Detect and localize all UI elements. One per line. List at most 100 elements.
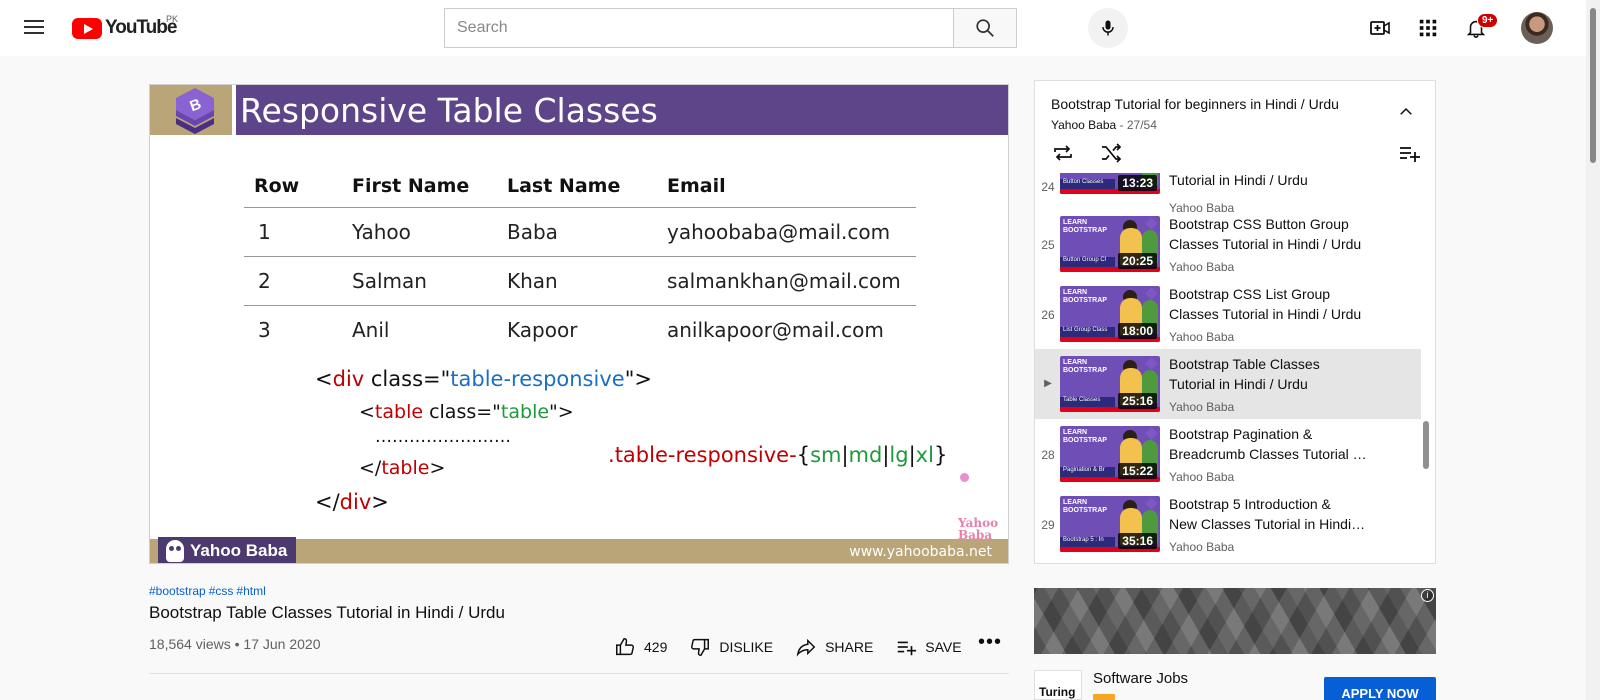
microphone-icon: [1102, 20, 1114, 36]
page-scrollbar-thumb[interactable]: [1590, 8, 1596, 163]
chevron-up-icon[interactable]: [1397, 103, 1415, 121]
thumb-badge: [1145, 427, 1158, 440]
title-line: Tutorial in Hindi / Urdu: [1169, 173, 1308, 188]
hashtag-link[interactable]: #html: [236, 584, 265, 598]
channel-watermark[interactable]: Yahoo Baba: [958, 517, 998, 541]
playlist-scrollbar[interactable]: [1423, 421, 1429, 469]
demo-table-header-row: Row First Name Last Name Email: [244, 165, 916, 208]
video-camera-plus-icon: [1370, 21, 1390, 35]
code-token: </: [315, 490, 340, 514]
playlist-item-channel: Yahoo Baba: [1169, 400, 1235, 414]
ad-info-icon[interactable]: i: [1421, 589, 1434, 602]
menu-icon[interactable]: [22, 16, 46, 40]
save-button[interactable]: SAVE: [895, 636, 962, 658]
playlist-items[interactable]: 24 Button Classes 13:23 Tutorial in Hind…: [1035, 173, 1427, 563]
code-token: >: [371, 490, 389, 514]
shuffle-icon[interactable]: [1099, 141, 1123, 165]
code-token: table: [381, 457, 430, 479]
code-token: sm: [810, 443, 842, 467]
ad-banner[interactable]: [1034, 588, 1436, 654]
duration-badge: 20:25: [1118, 253, 1157, 269]
search-icon: [976, 19, 994, 37]
breakpoint-classes: .table-responsive-{sm|md|lg|xl}: [608, 443, 947, 467]
table-cell: Yahoo: [342, 207, 497, 257]
playlist-item[interactable]: 28 LEARN BOOTSTRAP Pagination & Br 15:22 …: [1035, 419, 1421, 489]
account-avatar[interactable]: [1521, 12, 1553, 44]
title-line: Bootstrap CSS Button Group: [1169, 216, 1349, 232]
thumb-label-line: BOOTSTRAP: [1063, 227, 1107, 234]
apply-now-button[interactable]: APPLY NOW: [1324, 677, 1436, 700]
thumb-badge: [1145, 287, 1158, 300]
playlist-item-index: 28: [1041, 448, 1055, 462]
playlist-item-title: Bootstrap Pagination & Breadcrumb Classes…: [1169, 424, 1389, 464]
save-to-playlist-icon[interactable]: [1397, 141, 1421, 165]
playlist-position: - 27/54: [1119, 118, 1157, 132]
table-cell: 2: [244, 256, 342, 306]
code-line-div-open: <div class="table-responsive">: [315, 367, 652, 391]
video-thumbnail: LEARN BOOTSTRAP Pagination & Br 15:22: [1060, 426, 1160, 482]
title-line: New Classes Tutorial in Hindi…: [1169, 516, 1366, 532]
notifications-button[interactable]: 9+: [1460, 12, 1499, 44]
table-cell: Khan: [497, 256, 657, 306]
table-cell: 1: [244, 207, 342, 257]
youtube-logo[interactable]: YouTube: [72, 17, 177, 39]
table-cell: 3: [258, 317, 271, 342]
playlist-item[interactable]: 26 LEARN BOOTSTRAP List Group Class 18:00…: [1035, 279, 1421, 349]
playlist-title[interactable]: Bootstrap Tutorial for beginners in Hind…: [1051, 96, 1371, 112]
hashtag-link[interactable]: #css: [209, 584, 234, 598]
more-actions-icon[interactable]: •••: [978, 632, 1002, 652]
code-token: </: [359, 457, 382, 479]
thumb-topic: Button Group Cl: [1063, 257, 1107, 263]
code-line-dots: ……………………: [375, 427, 511, 447]
code-token: ">: [624, 367, 652, 391]
playlist-item[interactable]: 29 LEARN BOOTSTRAP Bootstrap 5 : In 35:16…: [1035, 489, 1421, 559]
code-token: <: [315, 367, 333, 391]
code-token: ">: [549, 401, 574, 423]
video-thumbnail: LEARN BOOTSTRAP Table Classes 25:16: [1060, 356, 1160, 412]
ad-details: Turing Software Jobs APPLY NOW: [1034, 670, 1436, 700]
duration-badge: 25:16: [1118, 393, 1157, 409]
search-button[interactable]: [953, 8, 1017, 48]
share-button[interactable]: SHARE: [795, 636, 873, 658]
thumb-label-line: BOOTSTRAP: [1063, 507, 1107, 514]
playlist-add-icon: [898, 641, 917, 656]
playlist-item[interactable]: 25 LEARN BOOTSTRAP Button Group Cl 20:25 …: [1035, 209, 1421, 279]
table-cell: Baba: [497, 207, 657, 257]
thumb-badge: [1145, 217, 1158, 230]
thumb-label: LEARN BOOTSTRAP: [1063, 289, 1107, 305]
title-line: Bootstrap Pagination &: [1169, 426, 1313, 442]
hashtag-link[interactable]: #bootstrap: [149, 584, 206, 598]
voice-search-button[interactable]: [1088, 8, 1128, 48]
thumb-topic: Pagination & Br: [1063, 467, 1105, 473]
slide-website-url: www.yahoobaba.net: [849, 544, 992, 560]
playlist-channel[interactable]: Yahoo Baba: [1051, 118, 1116, 132]
page-scrollbar[interactable]: [1586, 0, 1600, 700]
slide-logo-box: B: [150, 85, 232, 135]
playlist-item-title: Bootstrap 5 Introduction & New Classes Tu…: [1169, 494, 1389, 534]
share-label: SHARE: [825, 639, 874, 655]
table-cell: anilkapoor@mail.com: [667, 317, 884, 342]
create-video-button[interactable]: [1364, 12, 1396, 44]
slide-brand: Yahoo Baba: [158, 537, 296, 563]
dislike-button[interactable]: DISLIKE: [689, 636, 773, 658]
playlist-item-index: 29: [1041, 518, 1055, 532]
loop-icon[interactable]: [1051, 141, 1075, 165]
ad-title[interactable]: Software Jobs: [1093, 670, 1188, 687]
search-input[interactable]: [444, 8, 953, 48]
slide-header-separator: [232, 85, 236, 135]
video-player[interactable]: B Responsive Table Classes Row First Nam…: [149, 84, 1009, 564]
thumb-label-line: LEARN: [1063, 219, 1088, 226]
playlist-item[interactable]: 24 Button Classes 13:23 Tutorial in Hind…: [1035, 173, 1421, 215]
like-button[interactable]: 429: [614, 636, 667, 658]
apps-button[interactable]: [1412, 12, 1444, 44]
upload-date: 17 Jun 2020: [243, 636, 321, 652]
playlist-item-current[interactable]: ▶ LEARN BOOTSTRAP Table Classes 25:16 Boo…: [1035, 349, 1421, 419]
bootstrap-logo-icon: B: [176, 88, 214, 134]
playlist-item-channel: Yahoo Baba: [1169, 260, 1235, 274]
video-actions: 429 DISLIKE SHARE SAVE: [614, 636, 984, 658]
column-header: Row: [244, 165, 342, 208]
column-header: Last Name: [497, 165, 657, 208]
title-line: Breadcrumb Classes Tutorial …: [1169, 446, 1367, 462]
slide-title: Responsive Table Classes: [240, 91, 658, 130]
advertiser-logo[interactable]: Turing: [1034, 670, 1082, 700]
